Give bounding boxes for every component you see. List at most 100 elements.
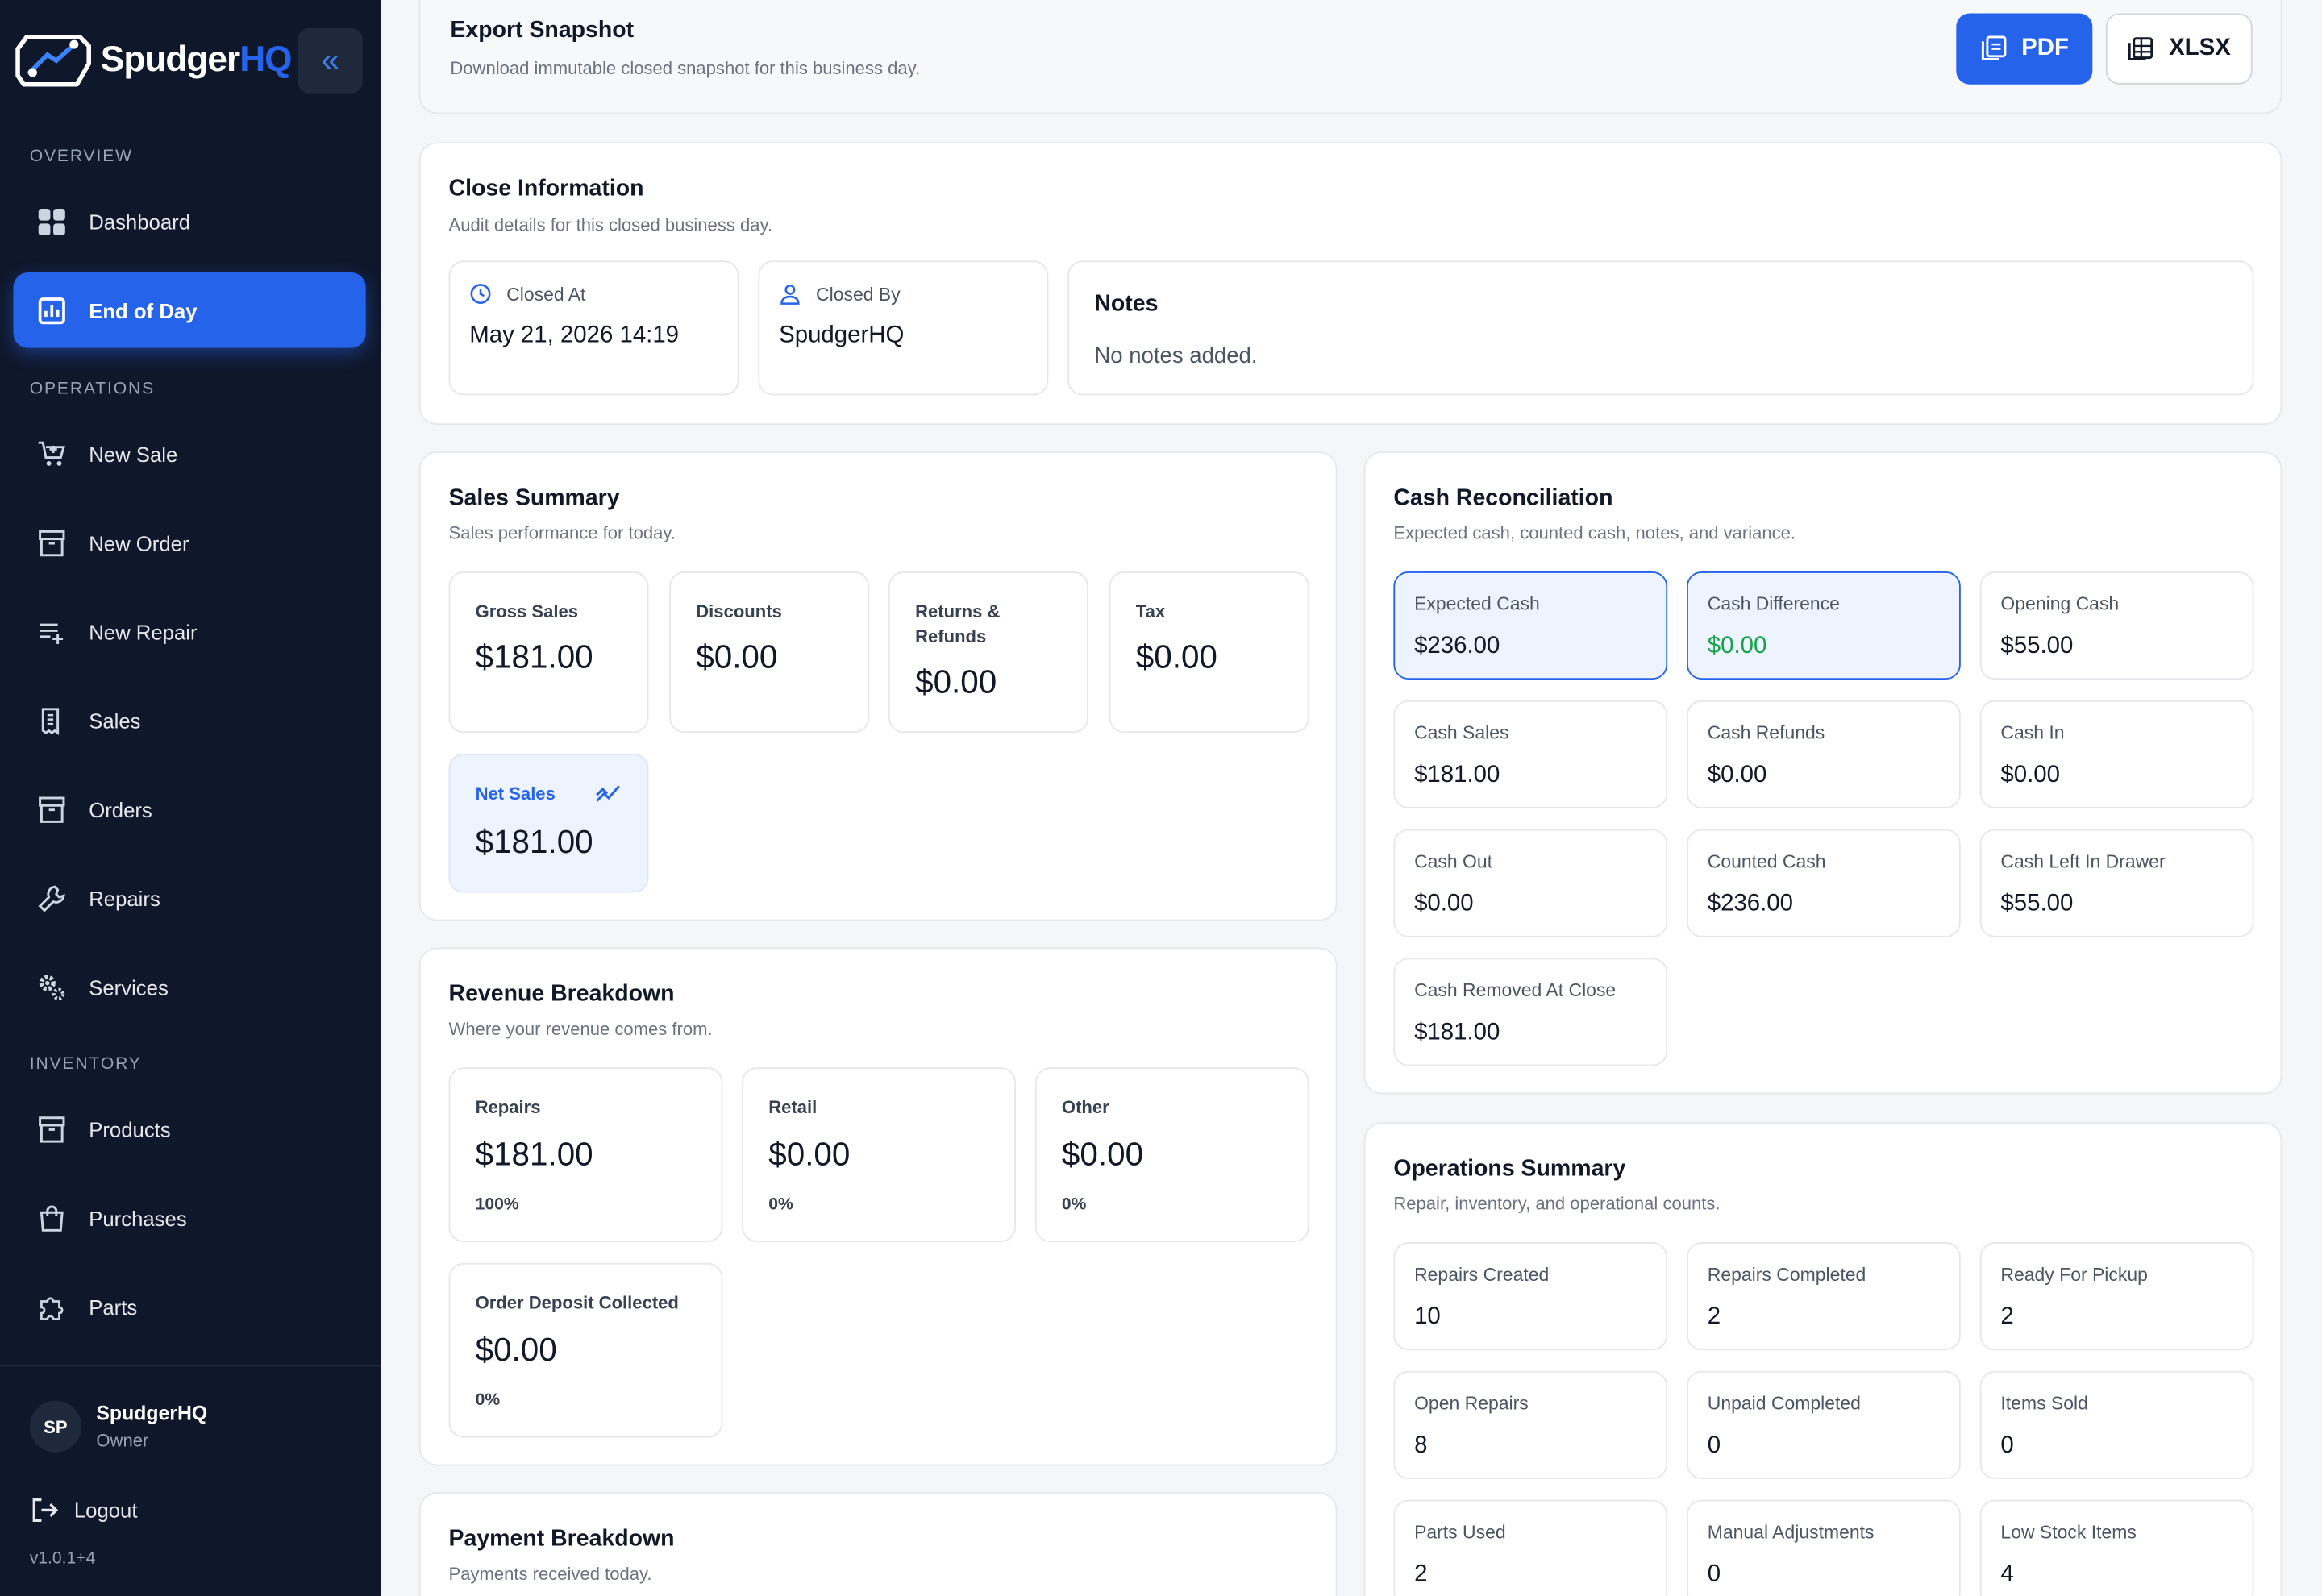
logout-icon (32, 1498, 59, 1522)
unpaid-completed-value: 0 (1707, 1432, 1721, 1459)
sidebar-item-repairs[interactable]: Repairs (14, 860, 366, 936)
open-repairs-value: 8 (1414, 1432, 1428, 1459)
counted-cash-label: Counted Cash (1707, 851, 1826, 872)
close-info-title: Close Information (448, 176, 644, 202)
sidebar-item-label: New Order (89, 530, 189, 555)
bag-icon (40, 1204, 64, 1231)
app-version: v1.0.1+4 (29, 1550, 96, 1569)
ops-subtitle: Repair, inventory, and operational count… (1393, 1193, 1721, 1215)
returns-refunds-tile: Returns & Refunds $0.00 (888, 571, 1088, 734)
spreadsheet-icon (2128, 37, 2153, 60)
sidebar-item-parts[interactable]: Parts (14, 1269, 366, 1345)
payment-breakdown-card: Payment Breakdown Payments received toda… (418, 1492, 1338, 1596)
archive-icon (39, 529, 65, 556)
ops-title: Operations Summary (1393, 1156, 1626, 1182)
cash-left-in-drawer-tile: Cash Left In Drawer $55.00 (1979, 829, 2254, 937)
receipt-icon (41, 707, 60, 735)
net-sales-value: $181.00 (475, 823, 593, 861)
sidebar-item-products[interactable]: Products (14, 1091, 366, 1167)
cash-difference-tile: Cash Difference $0.00 (1687, 571, 1961, 680)
opening-cash-tile: Opening Cash $55.00 (1979, 571, 2254, 680)
retail-revenue-label: Retail (768, 1097, 818, 1118)
sidebar-item-end-of-day[interactable]: End of Day (13, 272, 366, 348)
export-xlsx-button[interactable]: XLSX (2105, 13, 2253, 85)
sidebar: SpudgerHQ « OVERVIEW Dashboard End of Da… (0, 0, 381, 1596)
sidebar-item-services[interactable]: Services (14, 949, 366, 1025)
cash-sales-tile: Cash Sales $181.00 (1393, 700, 1668, 808)
expected-cash-label: Expected Cash (1414, 593, 1540, 615)
archive-icon (39, 1116, 65, 1142)
brand-logo[interactable]: SpudgerHQ (15, 30, 292, 92)
avatar[interactable]: SP (29, 1400, 82, 1453)
cash-difference-value: $0.00 (1707, 634, 1767, 659)
ready-for-pickup-label: Ready For Pickup (2000, 1264, 2148, 1286)
repairs-created-label: Repairs Created (1414, 1264, 1550, 1286)
gross-sales-label: Gross Sales (475, 601, 579, 622)
unpaid-completed-label: Unpaid Completed (1707, 1393, 1861, 1415)
parts-used-value: 2 (1414, 1561, 1428, 1587)
ready-for-pickup-value: 2 (2000, 1304, 2014, 1330)
sidebar-item-label: Purchases (89, 1206, 187, 1230)
cash-sales-value: $181.00 (1414, 762, 1500, 788)
puzzle-icon (40, 1296, 64, 1320)
repairs-revenue-value: $181.00 (475, 1135, 593, 1173)
other-revenue-tile: Other $0.00 0% (1034, 1067, 1309, 1243)
cash-removed-tile: Cash Removed At Close $181.00 (1393, 958, 1668, 1066)
user-role: Owner (96, 1430, 149, 1451)
archive-icon (39, 796, 65, 822)
cash-refunds-value: $0.00 (1707, 762, 1767, 788)
payment-subtitle: Payments received today. (448, 1563, 652, 1585)
sidebar-item-label: Orders (89, 797, 152, 821)
export-pdf-button[interactable]: PDF (1956, 13, 2093, 85)
sidebar-item-label: New Sale (89, 442, 178, 466)
discounts-label: Discounts (696, 601, 782, 622)
cash-left-label: Cash Left In Drawer (2000, 851, 2166, 872)
pdf-label: PDF (2021, 35, 2069, 61)
cash-in-label: Cash In (2000, 722, 2065, 744)
sidebar-item-new-sale[interactable]: New Sale (14, 416, 366, 492)
sales-summary-title: Sales Summary (448, 485, 620, 511)
section-inventory: INVENTORY (29, 1055, 142, 1074)
closed-by-label: Closed By (816, 284, 901, 305)
closed-by-value: SpudgerHQ (779, 322, 905, 348)
cash-in-tile: Cash In $0.00 (1979, 700, 2254, 808)
wrench-icon (38, 884, 65, 912)
manual-adjustments-value: 0 (1707, 1561, 1721, 1587)
export-subtitle: Download immutable closed snapshot for t… (450, 57, 921, 79)
tax-value: $0.00 (1135, 638, 1217, 675)
order-deposit-value: $0.00 (475, 1331, 557, 1369)
cash-title: Cash Reconciliation (1393, 485, 1613, 511)
counted-cash-value: $236.00 (1707, 891, 1793, 916)
repairs-created-tile: Repairs Created 10 (1393, 1242, 1668, 1351)
repairs-revenue-percent: 100% (475, 1196, 519, 1215)
sidebar-item-purchases[interactable]: Purchases (14, 1180, 366, 1256)
sidebar-item-dashboard[interactable]: Dashboard (14, 184, 366, 260)
sidebar-item-label: Parts (89, 1295, 138, 1319)
double-chevron-left-icon: « (321, 41, 339, 79)
repairs-created-value: 10 (1414, 1304, 1441, 1330)
other-revenue-label: Other (1061, 1097, 1109, 1118)
counted-cash-tile: Counted Cash $236.00 (1687, 829, 1961, 937)
repairs-revenue-label: Repairs (475, 1097, 541, 1118)
cash-out-value: $0.00 (1414, 891, 1474, 916)
sidebar-item-sales[interactable]: Sales (14, 683, 366, 759)
sidebar-item-new-order[interactable]: New Order (14, 505, 366, 580)
sidebar-item-orders[interactable]: Orders (14, 771, 366, 847)
gears-icon (39, 974, 65, 1000)
revenue-title: Revenue Breakdown (448, 981, 675, 1007)
unpaid-completed-tile: Unpaid Completed 0 (1687, 1370, 1961, 1479)
manual-adjustments-label: Manual Adjustments (1707, 1522, 1875, 1543)
expected-cash-tile: Expected Cash $236.00 (1393, 571, 1668, 680)
sidebar-item-label: Dashboard (89, 209, 191, 234)
notes-tile: Notes No notes added. (1067, 260, 2254, 396)
logout-button[interactable]: Logout (30, 1495, 138, 1525)
low-stock-items-tile: Low Stock Items 4 (1979, 1499, 2254, 1596)
discounts-value: $0.00 (696, 638, 778, 675)
payment-title: Payment Breakdown (448, 1526, 675, 1552)
tax-label: Tax (1135, 601, 1166, 622)
spudger-logo-icon (15, 35, 91, 87)
collapse-sidebar-button[interactable]: « (298, 27, 363, 94)
sidebar-item-new-repair[interactable]: New Repair (14, 594, 366, 670)
items-sold-tile: Items Sold 0 (1979, 1370, 2254, 1479)
net-sales-label: Net Sales (475, 783, 556, 804)
